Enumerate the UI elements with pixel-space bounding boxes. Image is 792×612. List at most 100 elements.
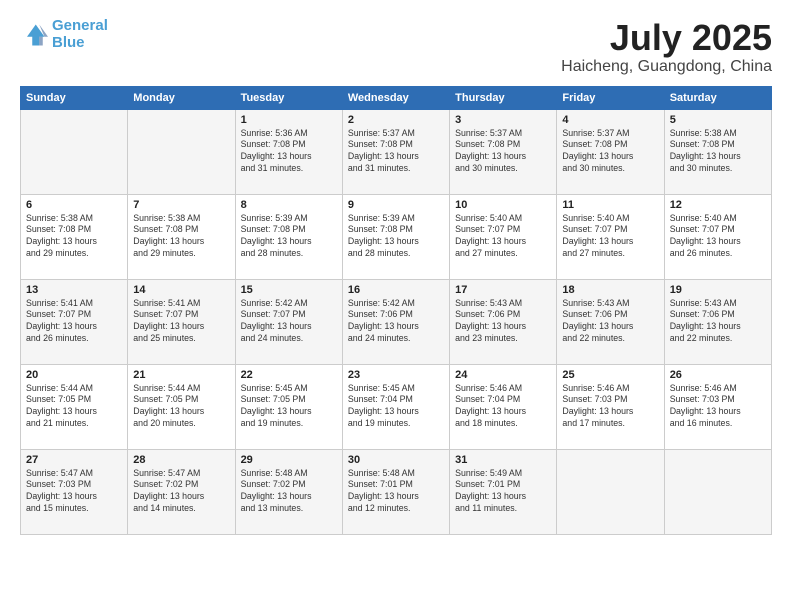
day-detail: Sunrise: 5:37 AM Sunset: 7:08 PM Dayligh… bbox=[562, 128, 658, 176]
calendar-cell: 19Sunrise: 5:43 AM Sunset: 7:06 PM Dayli… bbox=[664, 279, 771, 364]
day-detail: Sunrise: 5:44 AM Sunset: 7:05 PM Dayligh… bbox=[26, 383, 122, 431]
calendar-cell: 10 Sunrise: 5:40 AM Sunset: 7:07 PM Dayli… bbox=[450, 194, 557, 279]
weekday-header-thursday: Thursday bbox=[450, 86, 557, 109]
day-detail: Sunrise: 5:47 AM Sunset: 7:02 PM Dayligh… bbox=[133, 468, 229, 516]
weekday-header-tuesday: Tuesday bbox=[235, 86, 342, 109]
day-number: 13 bbox=[26, 284, 122, 296]
calendar-cell: 29 Sunrise: 5:48 AM Sunset: 7:02 PM Dayli… bbox=[235, 449, 342, 534]
calendar-cell: 4 Sunrise: 5:37 AM Sunset: 7:08 PM Daylig… bbox=[557, 109, 664, 194]
day-detail: Sunrise: 5:37 AM Sunset: 7:08 PM Dayligh… bbox=[455, 128, 551, 176]
calendar-cell: 7Sunrise: 5:38 AM Sunset: 7:08 PM Daylig… bbox=[128, 194, 235, 279]
day-number: 22 bbox=[241, 369, 337, 381]
day-number: 20 bbox=[26, 369, 122, 381]
day-number: 29 bbox=[241, 454, 337, 466]
week-row-5: 27Sunrise: 5:47 AM Sunset: 7:03 PM Dayli… bbox=[21, 449, 772, 534]
calendar-cell: 8 Sunrise: 5:39 AM Sunset: 7:08 PM Daylig… bbox=[235, 194, 342, 279]
day-detail: Sunrise: 5:41 AM Sunset: 7:07 PM Dayligh… bbox=[133, 298, 229, 346]
weekday-header-sunday: Sunday bbox=[21, 86, 128, 109]
week-row-3: 13 Sunrise: 5:41 AM Sunset: 7:07 PM Dayli… bbox=[21, 279, 772, 364]
day-number: 11 bbox=[562, 199, 658, 211]
logo-icon bbox=[20, 21, 48, 49]
weekday-header-row: SundayMondayTuesdayWednesdayThursdayFrid… bbox=[21, 86, 772, 109]
calendar-cell: 14 Sunrise: 5:41 AM Sunset: 7:07 PM Dayli… bbox=[128, 279, 235, 364]
day-detail: Sunrise: 5:41 AM Sunset: 7:07 PM Dayligh… bbox=[26, 298, 122, 346]
calendar-cell: 11Sunrise: 5:40 AM Sunset: 7:07 PM Dayli… bbox=[557, 194, 664, 279]
day-number: 9 bbox=[348, 199, 444, 211]
day-detail: Sunrise: 5:40 AM Sunset: 7:07 PM Dayligh… bbox=[455, 213, 551, 261]
calendar-cell: 26Sunrise: 5:46 AM Sunset: 7:03 PM Dayli… bbox=[664, 364, 771, 449]
day-detail: Sunrise: 5:43 AM Sunset: 7:06 PM Dayligh… bbox=[562, 298, 658, 346]
calendar-cell: 31 Sunrise: 5:49 AM Sunset: 7:01 PM Dayli… bbox=[450, 449, 557, 534]
calendar-cell: 2Sunrise: 5:37 AM Sunset: 7:08 PM Daylig… bbox=[342, 109, 449, 194]
header: General Blue July 2025 Haicheng, Guangdo… bbox=[20, 18, 772, 76]
calendar-cell: 1Sunrise: 5:36 AM Sunset: 7:08 PM Daylig… bbox=[235, 109, 342, 194]
day-detail: Sunrise: 5:46 AM Sunset: 7:03 PM Dayligh… bbox=[562, 383, 658, 431]
day-detail: Sunrise: 5:38 AM Sunset: 7:08 PM Dayligh… bbox=[670, 128, 766, 176]
weekday-header-saturday: Saturday bbox=[664, 86, 771, 109]
day-detail: Sunrise: 5:48 AM Sunset: 7:02 PM Dayligh… bbox=[241, 468, 337, 516]
calendar-cell: 23 Sunrise: 5:45 AM Sunset: 7:04 PM Dayli… bbox=[342, 364, 449, 449]
calendar-cell: 22 Sunrise: 5:45 AM Sunset: 7:05 PM Dayli… bbox=[235, 364, 342, 449]
day-number: 14 bbox=[133, 284, 229, 296]
day-number: 21 bbox=[133, 369, 229, 381]
day-detail: Sunrise: 5:39 AM Sunset: 7:08 PM Dayligh… bbox=[348, 213, 444, 261]
calendar-cell: 24 Sunrise: 5:46 AM Sunset: 7:04 PM Dayli… bbox=[450, 364, 557, 449]
day-detail: Sunrise: 5:45 AM Sunset: 7:05 PM Dayligh… bbox=[241, 383, 337, 431]
page: General Blue July 2025 Haicheng, Guangdo… bbox=[0, 0, 792, 612]
calendar-cell bbox=[128, 109, 235, 194]
weekday-header-friday: Friday bbox=[557, 86, 664, 109]
day-detail: Sunrise: 5:43 AM Sunset: 7:06 PM Dayligh… bbox=[455, 298, 551, 346]
title-block: July 2025 Haicheng, Guangdong, China bbox=[561, 18, 772, 76]
day-detail: Sunrise: 5:46 AM Sunset: 7:04 PM Dayligh… bbox=[455, 383, 551, 431]
week-row-4: 20 Sunrise: 5:44 AM Sunset: 7:05 PM Dayli… bbox=[21, 364, 772, 449]
day-detail: Sunrise: 5:46 AM Sunset: 7:03 PM Dayligh… bbox=[670, 383, 766, 431]
day-detail: Sunrise: 5:42 AM Sunset: 7:06 PM Dayligh… bbox=[348, 298, 444, 346]
day-number: 28 bbox=[133, 454, 229, 466]
calendar-cell bbox=[557, 449, 664, 534]
calendar-cell: 13 Sunrise: 5:41 AM Sunset: 7:07 PM Dayli… bbox=[21, 279, 128, 364]
day-number: 6 bbox=[26, 199, 122, 211]
day-number: 27 bbox=[26, 454, 122, 466]
calendar-cell: 30Sunrise: 5:48 AM Sunset: 7:01 PM Dayli… bbox=[342, 449, 449, 534]
calendar-cell: 5Sunrise: 5:38 AM Sunset: 7:08 PM Daylig… bbox=[664, 109, 771, 194]
day-detail: Sunrise: 5:38 AM Sunset: 7:08 PM Dayligh… bbox=[26, 213, 122, 261]
weekday-header-monday: Monday bbox=[128, 86, 235, 109]
day-detail: Sunrise: 5:49 AM Sunset: 7:01 PM Dayligh… bbox=[455, 468, 551, 516]
day-number: 17 bbox=[455, 284, 551, 296]
day-detail: Sunrise: 5:39 AM Sunset: 7:08 PM Dayligh… bbox=[241, 213, 337, 261]
calendar-cell: 12Sunrise: 5:40 AM Sunset: 7:07 PM Dayli… bbox=[664, 194, 771, 279]
logo-text: General Blue bbox=[52, 18, 108, 51]
day-detail: Sunrise: 5:38 AM Sunset: 7:08 PM Dayligh… bbox=[133, 213, 229, 261]
day-number: 10 bbox=[455, 199, 551, 211]
day-number: 19 bbox=[670, 284, 766, 296]
week-row-1: 1Sunrise: 5:36 AM Sunset: 7:08 PM Daylig… bbox=[21, 109, 772, 194]
calendar-cell bbox=[664, 449, 771, 534]
calendar-cell bbox=[21, 109, 128, 194]
day-number: 4 bbox=[562, 114, 658, 126]
weekday-header-wednesday: Wednesday bbox=[342, 86, 449, 109]
calendar-cell: 9 Sunrise: 5:39 AM Sunset: 7:08 PM Daylig… bbox=[342, 194, 449, 279]
calendar-cell: 18 Sunrise: 5:43 AM Sunset: 7:06 PM Dayli… bbox=[557, 279, 664, 364]
logo: General Blue bbox=[20, 18, 108, 51]
calendar-cell: 15 Sunrise: 5:42 AM Sunset: 7:07 PM Dayli… bbox=[235, 279, 342, 364]
day-number: 16 bbox=[348, 284, 444, 296]
calendar-cell: 21 Sunrise: 5:44 AM Sunset: 7:05 PM Dayli… bbox=[128, 364, 235, 449]
week-row-2: 6 Sunrise: 5:38 AM Sunset: 7:08 PM Daylig… bbox=[21, 194, 772, 279]
day-detail: Sunrise: 5:45 AM Sunset: 7:04 PM Dayligh… bbox=[348, 383, 444, 431]
day-number: 31 bbox=[455, 454, 551, 466]
day-number: 15 bbox=[241, 284, 337, 296]
calendar-cell: 27Sunrise: 5:47 AM Sunset: 7:03 PM Dayli… bbox=[21, 449, 128, 534]
day-number: 24 bbox=[455, 369, 551, 381]
day-number: 23 bbox=[348, 369, 444, 381]
day-number: 25 bbox=[562, 369, 658, 381]
day-detail: Sunrise: 5:44 AM Sunset: 7:05 PM Dayligh… bbox=[133, 383, 229, 431]
calendar-cell: 20 Sunrise: 5:44 AM Sunset: 7:05 PM Dayli… bbox=[21, 364, 128, 449]
day-number: 18 bbox=[562, 284, 658, 296]
location-title: Haicheng, Guangdong, China bbox=[561, 58, 772, 76]
day-detail: Sunrise: 5:42 AM Sunset: 7:07 PM Dayligh… bbox=[241, 298, 337, 346]
day-number: 3 bbox=[455, 114, 551, 126]
day-detail: Sunrise: 5:48 AM Sunset: 7:01 PM Dayligh… bbox=[348, 468, 444, 516]
day-number: 8 bbox=[241, 199, 337, 211]
calendar-cell: 16 Sunrise: 5:42 AM Sunset: 7:06 PM Dayli… bbox=[342, 279, 449, 364]
day-number: 2 bbox=[348, 114, 444, 126]
